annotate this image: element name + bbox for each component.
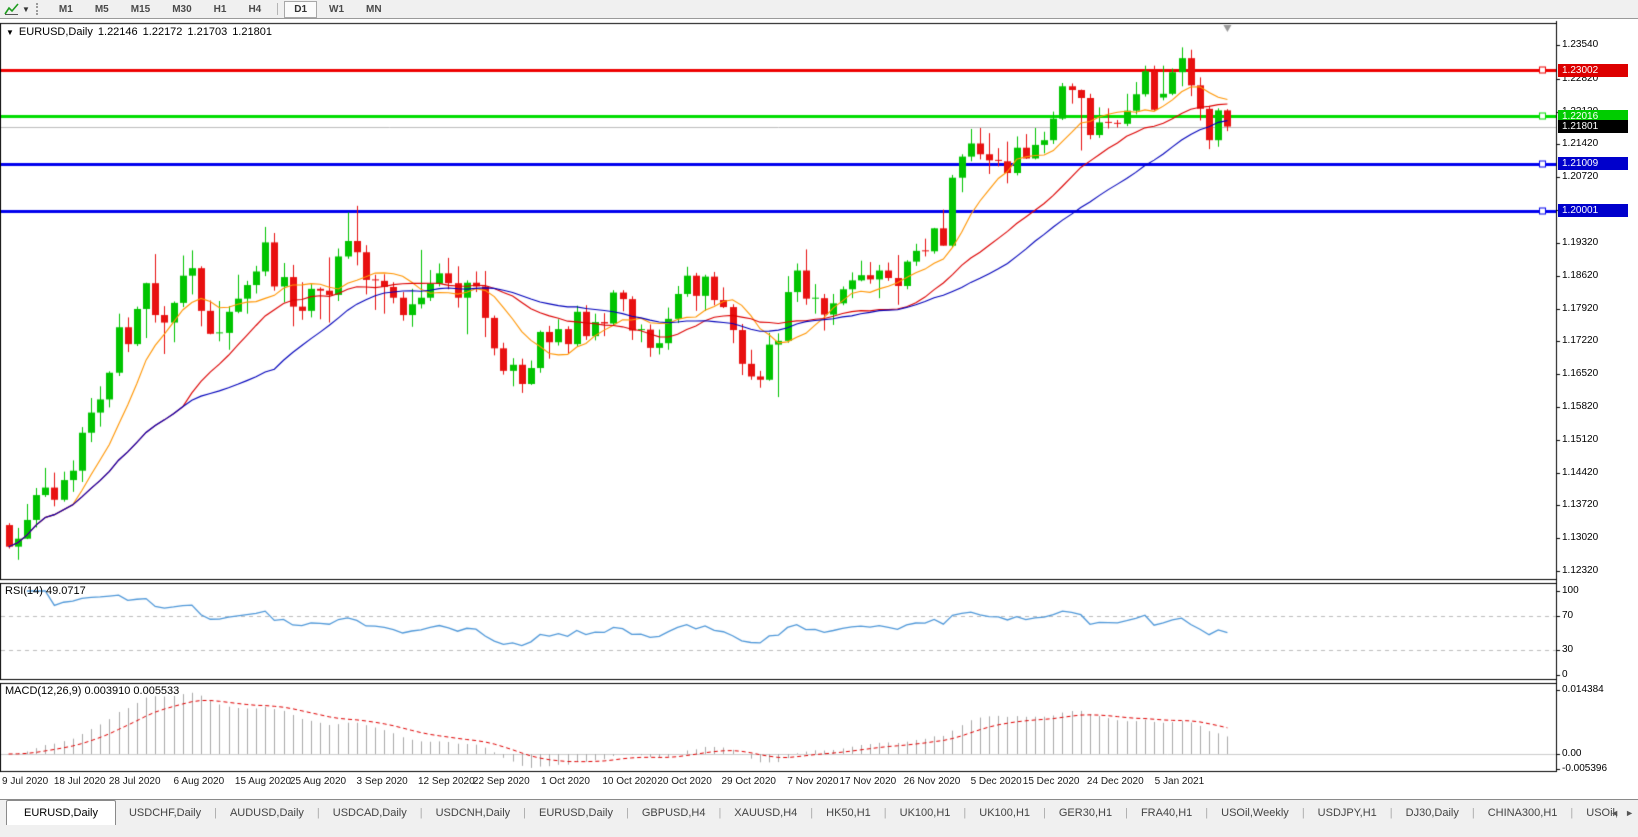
chart-tab-dj30-daily[interactable]: DJ30,Daily (1393, 800, 1472, 825)
price-axis-tick: 1.15120 (1562, 434, 1636, 446)
date-axis-label: 1 Oct 2020 (530, 776, 600, 787)
chart-tab-eurusd-daily[interactable]: EURUSD,Daily (6, 800, 116, 825)
price-axis-tick: 1.15820 (1562, 401, 1636, 413)
top-toolbar: ▼ M1M5M15M30H1H4 D1W1MN (0, 0, 1638, 19)
chevron-down-icon[interactable]: ▼ (22, 5, 30, 14)
chart-tab-bar: EURUSD,DailyUSDCHF,Daily|AUDUSD,Daily|US… (0, 799, 1638, 825)
price-axis-tick: 1.21420 (1562, 138, 1636, 150)
price-level-badge[interactable]: 1.23002 (1558, 64, 1628, 77)
date-axis-label: 6 Aug 2020 (164, 776, 234, 787)
rsi-axis-tick: 70 (1562, 610, 1636, 622)
rsi-axis-tick: 30 (1562, 644, 1636, 656)
rsi-axis-tick: 100 (1562, 585, 1636, 597)
price-axis-tick: 1.14420 (1562, 467, 1636, 479)
timeframe-button-m30[interactable]: M30 (162, 1, 201, 18)
ohlc-close-value: 1.21801 (232, 26, 272, 38)
bottom-filler (0, 825, 1638, 837)
timeframe-button-d1[interactable]: D1 (284, 1, 317, 18)
price-axis-tick: 1.13020 (1562, 532, 1636, 544)
timeframe-button-h4[interactable]: H4 (238, 1, 271, 18)
chart-tab-uk100-h1[interactable]: UK100,H1 (887, 800, 964, 825)
date-axis-label: 28 Jul 2020 (100, 776, 170, 787)
chart-tab-fra40-h1[interactable]: FRA40,H1 (1128, 800, 1205, 825)
timeframe-button-w1[interactable]: W1 (319, 1, 354, 18)
chart-tab-gbpusd-h4[interactable]: GBPUSD,H4 (629, 800, 719, 825)
chart-tab-ger30-h1[interactable]: GER30,H1 (1046, 800, 1125, 825)
ohlc-open-value: 1.22146 (98, 26, 138, 38)
timeframe-button-m15[interactable]: M15 (121, 1, 160, 18)
date-axis-label: 26 Nov 2020 (897, 776, 967, 787)
timeframe-buttons: M1M5M15M30H1H4 D1W1MN (48, 1, 393, 18)
timeframe-button-mn[interactable]: MN (356, 1, 392, 18)
date-axis-label: 25 Aug 2020 (283, 776, 353, 787)
date-axis-label: 24 Dec 2020 (1080, 776, 1150, 787)
chart-tab-usdcnh-daily[interactable]: USDCNH,Daily (423, 800, 524, 825)
chart-tab-usoil-weekly[interactable]: USOil,Weekly (1208, 800, 1302, 825)
crosshair-tool-icon[interactable] (2, 2, 22, 16)
chart-tab-usdcad-daily[interactable]: USDCAD,Daily (320, 800, 420, 825)
chart-tab-xauusd-h4[interactable]: XAUUSD,H4 (721, 800, 810, 825)
chart-tab-usdjpy-h1[interactable]: USDJPY,H1 (1305, 800, 1390, 825)
price-axis-tick: 1.18620 (1562, 270, 1636, 282)
macd-axis-tick: -0.005396 (1562, 763, 1636, 775)
price-axis-tick: 1.17920 (1562, 303, 1636, 315)
price-chart-canvas[interactable] (0, 19, 1638, 799)
macd-indicator-label: MACD(12,26,9) 0.003910 0.005533 (5, 685, 179, 697)
price-axis-tick: 1.12320 (1562, 565, 1636, 577)
price-axis-tick: 1.17220 (1562, 335, 1636, 347)
collapse-triangle-icon[interactable]: ▼ (6, 28, 14, 37)
chart-tab-uk100-h1[interactable]: UK100,H1 (966, 800, 1043, 825)
date-axis-label: 17 Nov 2020 (833, 776, 903, 787)
date-axis-label: 3 Sep 2020 (347, 776, 417, 787)
macd-axis-tick: 0.014384 (1562, 684, 1636, 696)
price-axis-tick: 1.13720 (1562, 499, 1636, 511)
timeframe-button-m1[interactable]: M1 (49, 1, 83, 18)
price-level-badge[interactable]: 1.21009 (1558, 157, 1628, 170)
chart-title: ▼ EURUSD,Daily 1.22146 1.22172 1.21703 1… (6, 26, 272, 38)
macd-axis-tick: 0.00 (1562, 748, 1636, 760)
date-axis-label: 20 Oct 2020 (650, 776, 720, 787)
ohlc-low-value: 1.21703 (187, 26, 227, 38)
chart-tab-audusd-daily[interactable]: AUDUSD,Daily (217, 800, 317, 825)
chart-tab-eurusd-daily[interactable]: EURUSD,Daily (526, 800, 626, 825)
date-axis-label: 29 Oct 2020 (714, 776, 784, 787)
chart-tab-china300-h1[interactable]: CHINA300,H1 (1475, 800, 1571, 825)
chart-tab-hk50-h1[interactable]: HK50,H1 (813, 800, 884, 825)
price-axis-tick: 1.23540 (1562, 39, 1636, 51)
price-axis-tick: 1.19320 (1562, 237, 1636, 249)
timeframe-button-m5[interactable]: M5 (85, 1, 119, 18)
chart-tab-usdchf-daily[interactable]: USDCHF,Daily (116, 800, 214, 825)
date-axis-label: 5 Jan 2021 (1144, 776, 1214, 787)
tab-scroll-right-icon[interactable]: ► (1625, 808, 1634, 818)
toolbar-separator (277, 3, 278, 15)
date-axis-label: 15 Dec 2020 (1016, 776, 1086, 787)
toolbar-grip-handle[interactable] (36, 3, 42, 15)
current-price-badge: 1.21801 (1558, 120, 1628, 133)
rsi-axis-tick: 0 (1562, 669, 1636, 681)
rsi-indicator-label: RSI(14) 49.0717 (5, 585, 86, 597)
ohlc-high-value: 1.22172 (143, 26, 183, 38)
chart-symbol-label: EURUSD,Daily (19, 26, 93, 38)
price-axis-tick: 1.16520 (1562, 368, 1636, 380)
price-level-badge[interactable]: 1.20001 (1558, 204, 1628, 217)
price-axis-tick: 1.20720 (1562, 171, 1636, 183)
tab-scroll-left-icon[interactable]: ◄ (1610, 808, 1619, 818)
timeframe-button-h1[interactable]: H1 (204, 1, 237, 18)
date-axis-label: 22 Sep 2020 (466, 776, 536, 787)
chart-window: ▼ EURUSD,Daily 1.22146 1.22172 1.21703 1… (0, 19, 1638, 799)
